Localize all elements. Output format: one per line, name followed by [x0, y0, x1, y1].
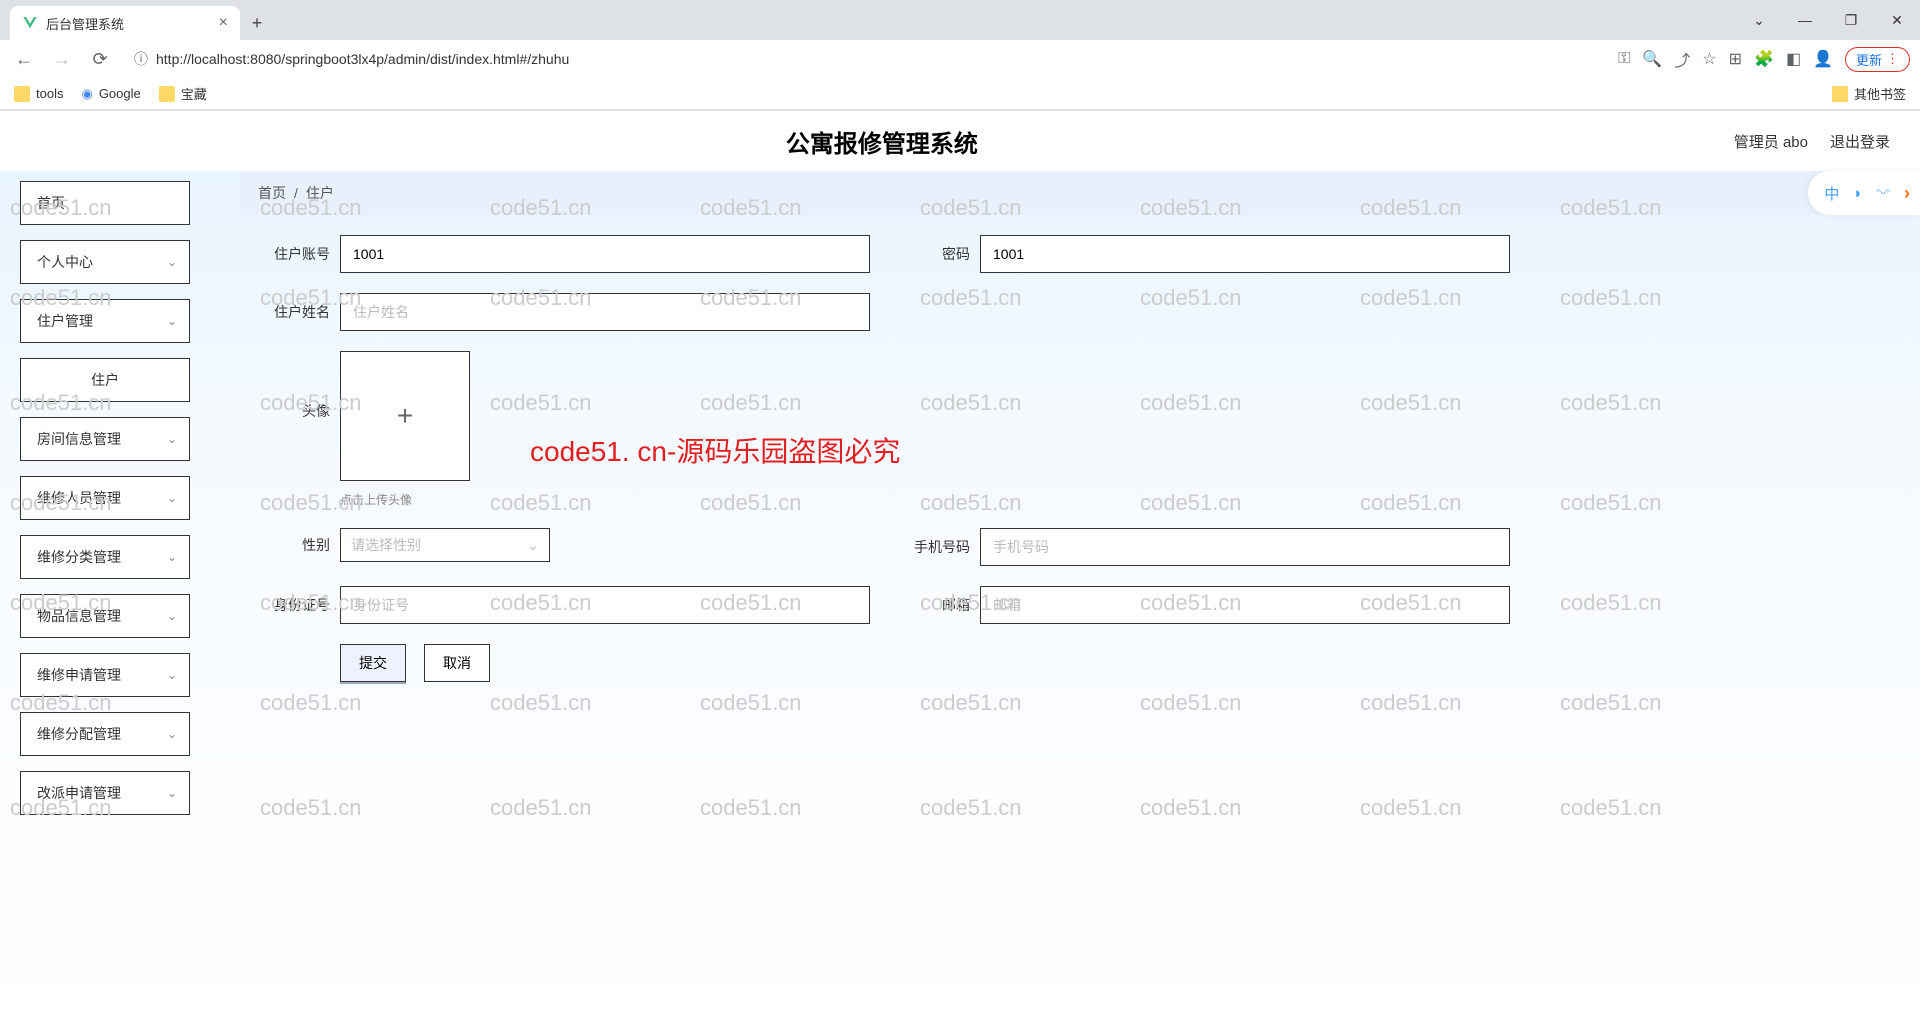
address-bar: ← → ⟳ ⓘ http://localhost:8080/springboot… [0, 40, 1920, 78]
user-label[interactable]: 管理员 abo [1734, 131, 1808, 152]
sidebar-item[interactable]: 维修分配管理⌄ [20, 712, 190, 756]
idcard-label: 身份证号 [260, 595, 330, 615]
other-bookmarks[interactable]: 其他书签 [1832, 84, 1906, 103]
window-dropdown-icon[interactable]: ⌄ [1736, 0, 1782, 40]
browser-tab[interactable]: 后台管理系统 × [10, 6, 240, 40]
submit-button[interactable]: 提交 [340, 644, 406, 682]
folder-icon [159, 86, 175, 102]
avatar-hint: 点击上传头像 [340, 491, 470, 508]
chevron-down-icon: ⌄ [167, 668, 177, 682]
app-header: 公寓报修管理系统 管理员 abo 退出登录 [0, 111, 1920, 171]
extensions-icon[interactable]: 🧩 [1754, 49, 1774, 69]
phone-label: 手机号码 [900, 537, 970, 557]
gender-select[interactable]: 请选择性别 ⌄ [340, 528, 550, 562]
lang-toggle[interactable]: 中 [1824, 183, 1839, 204]
google-icon: ◉ [81, 86, 92, 102]
password-input[interactable] [980, 235, 1510, 273]
chevron-down-icon: ⌄ [167, 255, 177, 269]
share-icon[interactable]: ⤴ [1674, 47, 1690, 71]
chevron-down-icon: ⌄ [167, 491, 177, 505]
chevron-down-icon: ⌄ [167, 609, 177, 623]
name-label: 住户姓名 [260, 302, 330, 322]
tab-title: 后台管理系统 [46, 14, 124, 33]
breadcrumb-sep: / [294, 185, 298, 201]
star-icon[interactable]: ☆ [1702, 49, 1716, 69]
floating-actions: 中 ◗ ᵔᵕᵔ › [1808, 171, 1920, 215]
reload-button[interactable]: ⟳ [86, 45, 114, 73]
name-input[interactable] [340, 293, 870, 331]
close-window-icon[interactable]: ✕ [1874, 0, 1920, 40]
search-icon[interactable]: 🔍 [1642, 49, 1662, 69]
vue-favicon [22, 15, 38, 31]
avatar-upload[interactable]: + [340, 351, 470, 481]
breadcrumb-current: 住户 [306, 183, 334, 203]
email-label: 邮箱 [900, 595, 970, 615]
content: 首页 / 住户 中 ◗ ᵔᵕᵔ › 住户账号 密码 [210, 171, 1920, 1031]
account-input[interactable] [340, 235, 870, 273]
sidepanel-icon[interactable]: ◧ [1786, 49, 1801, 69]
breadcrumb: 首页 / 住户 中 ◗ ᵔᵕᵔ › [240, 171, 1920, 215]
breadcrumb-home[interactable]: 首页 [258, 183, 286, 203]
sidebar-item[interactable]: 维修人员管理⌄ [20, 476, 190, 520]
decorative-footer [420, 931, 1920, 1031]
window-controls: ⌄ — ❐ ✕ [1736, 0, 1920, 40]
gender-label: 性别 [260, 535, 330, 555]
chevron-down-icon: ⌄ [167, 727, 177, 741]
app-body: 首页个人中心⌄ 住户管理⌄ 住户房间信息管理⌄ 维修人员管理⌄ 维修分类管理⌄ 物品信息管… [0, 171, 1920, 1031]
chevron-down-icon: ⌄ [167, 314, 177, 328]
sidebar-item[interactable]: 住户管理⌄ [20, 299, 190, 343]
toolbar-icons: ⚿ 🔍 ⤴ ☆ ⊞ 🧩 ◧ 👤 更新⋮ [1618, 47, 1910, 72]
sidebar-item[interactable]: 个人中心⌄ [20, 240, 190, 284]
sidebar-item[interactable]: 住户 [20, 358, 190, 402]
chevron-down-icon: ⌄ [167, 432, 177, 446]
chevron-down-icon: ⌄ [527, 537, 539, 554]
back-button[interactable]: ← [10, 45, 38, 73]
browser-chrome: 后台管理系统 × + ⌄ — ❐ ✕ ← → ⟳ ⓘ http://localh… [0, 0, 1920, 111]
password-label: 密码 [900, 244, 970, 264]
cancel-button[interactable]: 取消 [424, 644, 490, 682]
sidebar-item[interactable]: 物品信息管理⌄ [20, 594, 190, 638]
forward-button: → [48, 45, 76, 73]
plus-icon: + [397, 400, 413, 432]
minimize-icon[interactable]: — [1782, 0, 1828, 40]
sidebar-item[interactable]: 房间信息管理⌄ [20, 417, 190, 461]
chevron-down-icon: ⌄ [167, 550, 177, 564]
app-title: 公寓报修管理系统 [30, 124, 1734, 159]
update-button[interactable]: 更新⋮ [1845, 47, 1910, 72]
sidebar-item[interactable]: 改派申请管理⌄ [20, 771, 190, 815]
collapse-arrow-icon[interactable]: › [1904, 183, 1910, 204]
folder-icon [1832, 86, 1848, 102]
phone-input[interactable] [980, 528, 1510, 566]
account-label: 住户账号 [260, 244, 330, 264]
close-tab-icon[interactable]: × [219, 14, 228, 32]
url-input[interactable]: ⓘ http://localhost:8080/springboot3lx4p/… [124, 49, 1608, 69]
chevron-down-icon: ⌄ [167, 786, 177, 800]
theme-toggle-icon[interactable]: ◗ [1853, 185, 1862, 202]
url-text: http://localhost:8080/springboot3lx4p/ad… [156, 51, 569, 67]
bookmark-treasure[interactable]: 宝藏 [159, 84, 207, 103]
header-right: 管理员 abo 退出登录 [1734, 131, 1890, 152]
tab-bar: 后台管理系统 × + ⌄ — ❐ ✕ [0, 0, 1920, 40]
bookmark-google[interactable]: ◉Google [81, 86, 140, 102]
logout-link[interactable]: 退出登录 [1830, 131, 1890, 152]
maximize-icon[interactable]: ❐ [1828, 0, 1874, 40]
translate-icon[interactable]: ⊞ [1729, 49, 1742, 69]
site-info-icon[interactable]: ⓘ [134, 49, 148, 69]
accessibility-icon[interactable]: ᵔᵕᵔ [1876, 186, 1890, 200]
sidebar-item[interactable]: 维修分类管理⌄ [20, 535, 190, 579]
bookmark-tools[interactable]: tools [14, 86, 63, 102]
sidebar-item[interactable]: 首页 [20, 181, 190, 225]
sidebar: 首页个人中心⌄ 住户管理⌄ 住户房间信息管理⌄ 维修人员管理⌄ 维修分类管理⌄ 物品信息管… [0, 171, 210, 1031]
email-input[interactable] [980, 586, 1510, 624]
avatar-label: 头像 [260, 401, 330, 421]
form: 住户账号 密码 住户姓名 头像 [240, 235, 1920, 682]
bookmark-bar: tools ◉Google 宝藏 其他书签 [0, 78, 1920, 110]
idcard-input[interactable] [340, 586, 870, 624]
key-icon[interactable]: ⚿ [1618, 50, 1630, 68]
folder-icon [14, 86, 30, 102]
profile-icon[interactable]: 👤 [1813, 49, 1833, 69]
new-tab-button[interactable]: + [240, 6, 274, 40]
sidebar-item[interactable]: 维修申请管理⌄ [20, 653, 190, 697]
